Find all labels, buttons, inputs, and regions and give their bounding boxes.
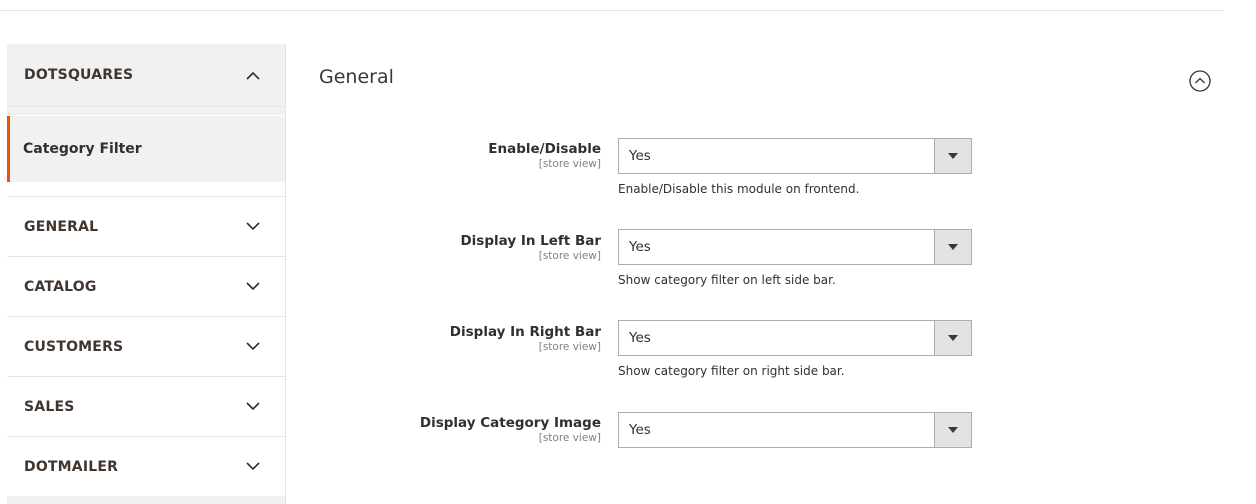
sidebar-group-dotsquares[interactable]: DOTSQUARES [7,44,285,107]
sidebar-item-customers[interactable]: CUSTOMERS [7,316,285,376]
field-note: Show category filter on right side bar. [618,364,845,378]
chevron-down-icon [241,335,265,359]
sidebar-item-label: CATALOG [24,278,97,295]
dropdown-arrow-icon[interactable] [934,413,971,447]
field-label-right-bar: Display In Right Bar [store view] [341,324,601,353]
sidebar-item-label: CUSTOMERS [24,338,124,355]
field-label-enable: Enable/Disable [store view] [341,141,601,170]
sidebar-item-label: SALES [24,398,75,415]
field-scope: [store view] [538,250,601,262]
chevron-down-icon [241,275,265,299]
select-value: Yes [629,148,651,164]
sidebar-item-label: Category Filter [23,141,142,157]
display-right-bar-select[interactable]: Yes [618,320,972,356]
chevron-down-icon [241,455,265,479]
field-scope: [store view] [538,158,601,170]
sidebar-item-general[interactable]: GENERAL [7,196,285,256]
field-name: Display Category Image [419,415,601,431]
dropdown-arrow-icon[interactable] [934,139,971,173]
sidebar-item-sales[interactable]: SALES [7,376,285,436]
field-note: Enable/Disable this module on frontend. [618,182,860,196]
sidebar-item-label: GENERAL [24,218,99,235]
sidebar-item-label: DOTMAILER [24,458,119,475]
sidebar-item-category-filter[interactable]: Category Filter [7,116,285,182]
select-value: Yes [629,239,651,255]
sidebar-group-title: DOTSQUARES [24,67,134,83]
dropdown-arrow-icon[interactable] [934,230,971,264]
select-value: Yes [629,422,651,438]
collapse-circle-icon[interactable] [1188,69,1212,93]
display-left-bar-select[interactable]: Yes [618,229,972,265]
chevron-down-icon [241,215,265,239]
field-label-left-bar: Display In Left Bar [store view] [341,233,601,262]
field-scope: [store view] [538,341,601,353]
field-label-category-image: Display Category Image [store view] [341,415,601,444]
field-name: Display In Right Bar [449,324,601,340]
chevron-up-icon[interactable] [241,63,265,87]
enable-disable-select[interactable]: Yes [618,138,972,174]
sidebar-item-catalog[interactable]: CATALOG [7,256,285,316]
section-title[interactable]: General [319,66,394,88]
sidebar-item-dotmailer[interactable]: DOTMAILER [7,436,285,496]
field-name: Display In Left Bar [460,233,601,249]
dropdown-arrow-icon[interactable] [934,321,971,355]
top-divider [0,10,1224,11]
field-note: Show category filter on left side bar. [618,273,836,287]
chevron-down-icon [241,395,265,419]
select-value: Yes [629,330,651,346]
field-name: Enable/Disable [488,141,601,157]
display-category-image-select[interactable]: Yes [618,412,972,448]
field-scope: [store view] [538,432,601,444]
